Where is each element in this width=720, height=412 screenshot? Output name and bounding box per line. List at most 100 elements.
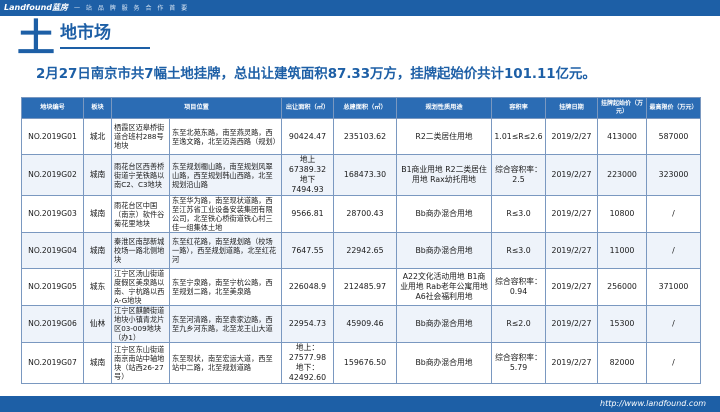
start-price: 256000 [597, 268, 647, 306]
land-area: 7647.55 [281, 232, 334, 269]
header-floor-area: 总建面积（㎡） [333, 97, 397, 119]
table-row: NO.2019G03 城南 雨花台区中国（南京）软件谷菊花里地块 东至华为路，南… [21, 195, 701, 233]
land-area: 90424.47 [281, 118, 334, 155]
header-max-price: 最高限价（万元） [646, 97, 701, 119]
listing-date: 2019/2/27 [545, 195, 598, 233]
project-boundary: 东至现状，南至宏运大道，西至站中二路，北至规划道路 [169, 342, 282, 384]
footer-url[interactable]: http://www.landfound.com [600, 397, 706, 411]
top-banner: Landfound蓝房一 站 品 牌 服 务 合 作 首 要 [0, 0, 720, 16]
section-icon-char: 土 [16, 16, 55, 60]
plot-code: NO.2019G05 [21, 268, 84, 306]
floor-area: 45909.46 [333, 305, 397, 343]
brand-logo: Landfound蓝房一 站 品 牌 服 务 合 作 首 要 [4, 3, 190, 12]
header-plot-code: 地块编号 [21, 97, 84, 119]
max-price: / [646, 195, 701, 233]
header-start-price: 挂牌起始价（万元） [597, 97, 647, 119]
listing-date: 2019/2/27 [545, 305, 598, 343]
section-title: 地市场 [60, 23, 111, 43]
floor-area: 159676.50 [333, 342, 397, 384]
listing-date: 2019/2/27 [545, 232, 598, 269]
header-district: 板块 [83, 97, 112, 119]
start-price: 413000 [597, 118, 647, 155]
land-auction-table: 地块编号 板块 项目位置 出让面积（㎡） 总建面积（㎡） 规划性质用途 容积率 … [21, 97, 701, 384]
land-area: 9566.81 [281, 195, 334, 233]
start-price: 15300 [597, 305, 647, 343]
district: 城南 [83, 232, 112, 269]
project-boundary: 东至河清路，南至袁家边路，西至九乡河东路，北至龙王山大道 [169, 305, 282, 343]
plot-ratio: 综合容积率：2.5 [491, 154, 546, 196]
floor-area: 22942.65 [333, 232, 397, 269]
start-price: 82000 [597, 342, 647, 384]
plot-code: NO.2019G02 [21, 154, 84, 196]
land-use: Bb商办混合用地 [396, 305, 492, 343]
max-price: 587000 [646, 118, 701, 155]
project-name: 雨花台区中国（南京）软件谷菊花里地块 [111, 195, 170, 233]
project-name: 栖霞区迈皋桥街道合班村288号地块 [111, 118, 170, 155]
district: 仙林 [83, 305, 112, 343]
district: 城南 [83, 195, 112, 233]
plot-ratio: R≤2.0 [491, 305, 546, 343]
district: 城南 [83, 154, 112, 196]
plot-ratio: R≤3.0 [491, 195, 546, 233]
land-area: 地上：27577.98 地下：42492.60 [281, 342, 334, 384]
land-use: A22文化活动用地 B1商业用地 Rab老年公寓用地 A6社会福利用地 [396, 268, 492, 306]
title-underline [60, 47, 150, 49]
listing-date: 2019/2/27 [545, 268, 598, 306]
land-area: 226048.9 [281, 268, 334, 306]
table-row: NO.2019G04 城南 秦淮区南部新城校场一路北侧地块 东至红花路，南至规划… [21, 232, 701, 269]
listing-date: 2019/2/27 [545, 118, 598, 155]
plot-ratio: 综合容积率：0.94 [491, 268, 546, 306]
header-location: 项目位置 [111, 97, 282, 119]
listing-date: 2019/2/27 [545, 342, 598, 384]
floor-area: 28700.43 [333, 195, 397, 233]
start-price: 10800 [597, 195, 647, 233]
header-land-use: 规划性质用途 [396, 97, 492, 119]
land-use: Bb商办混合用地 [396, 342, 492, 384]
plot-code: NO.2019G03 [21, 195, 84, 233]
header-plot-ratio: 容积率 [491, 97, 546, 119]
max-price: / [646, 305, 701, 343]
table-row: NO.2019G05 城东 江宁区汤山街道度假区美泉路以南、宁杭路以西A-G地块… [21, 268, 701, 306]
table-row: NO.2019G02 城南 雨花台区西善桥街道宁芜铁路以南C2、C3地块 东至规… [21, 154, 701, 196]
header-listing-date: 挂牌日期 [545, 97, 598, 119]
max-price: 371000 [646, 268, 701, 306]
land-use: Bb商办混合用地 [396, 232, 492, 269]
plot-ratio: R≤3.0 [491, 232, 546, 269]
land-use: Bb商办混合用地 [396, 195, 492, 233]
project-boundary: 东至宁泉路，南至宁杭公路，西至规划二路，北至美泉路 [169, 268, 282, 306]
district: 城北 [83, 118, 112, 155]
table-row: NO.2019G07 城南 江宁区东山街道南京南站中轴地块（站西26-27号） … [21, 342, 701, 384]
project-boundary: 东至北苑东路，南至燕灵路，西至逸文路，北至迈尧西路（规划） [169, 118, 282, 155]
floor-area: 235103.62 [333, 118, 397, 155]
land-area: 22954.73 [281, 305, 334, 343]
project-boundary: 东至规划櫊山路，南至规划风翠山路，西至规划韩山西路，北至规划沿山路 [169, 154, 282, 196]
header-land-area: 出让面积（㎡） [281, 97, 334, 119]
district: 城东 [83, 268, 112, 306]
footer-banner: http://www.landfound.com [0, 396, 720, 412]
max-price: / [646, 342, 701, 384]
floor-area: 168473.30 [333, 154, 397, 196]
plot-ratio: 1.01≤R≤2.6 [491, 118, 546, 155]
floor-area: 212485.97 [333, 268, 397, 306]
plot-code: NO.2019G01 [21, 118, 84, 155]
project-name: 雨花台区西善桥街道宁芜铁路以南C2、C3地块 [111, 154, 170, 196]
max-price: / [646, 232, 701, 269]
project-boundary: 东至红花路，南至规划路（校场一路），西至规划道路，北至红花河 [169, 232, 282, 269]
plot-code: NO.2019G06 [21, 305, 84, 343]
headline: 2月27日南京市共7幅土地挂牌，总出让建筑面积87.33万方，挂牌起始价共计10… [36, 67, 596, 82]
district: 城南 [83, 342, 112, 384]
project-name: 江宁区汤山街道度假区美泉路以南、宁杭路以西A-G地块 [111, 268, 170, 306]
table-row: NO.2019G01 城北 栖霞区迈皋桥街道合班村288号地块 东至北苑东路，南… [21, 118, 701, 155]
plot-code: NO.2019G07 [21, 342, 84, 384]
plot-ratio: 综合容积率：5.79 [491, 342, 546, 384]
project-name: 江宁区麒麟街道地块小镇青龙片区03-009地块（办1） [111, 305, 170, 343]
table-header-row: 地块编号 板块 项目位置 出让面积（㎡） 总建面积（㎡） 规划性质用途 容积率 … [21, 97, 701, 119]
plot-code: NO.2019G04 [21, 232, 84, 269]
project-boundary: 东至华为路，南至现状道路，西至江苏省工业设备安装集团有限公司，北至铁心桥街道铁心… [169, 195, 282, 233]
project-name: 秦淮区南部新城校场一路北侧地块 [111, 232, 170, 269]
land-use: R2二类居住用地 [396, 118, 492, 155]
brand-tagline: 一 站 品 牌 服 务 合 作 首 要 [74, 5, 190, 12]
max-price: 323000 [646, 154, 701, 196]
land-area: 地上67389.32 地下7494.93 [281, 154, 334, 196]
start-price: 11000 [597, 232, 647, 269]
